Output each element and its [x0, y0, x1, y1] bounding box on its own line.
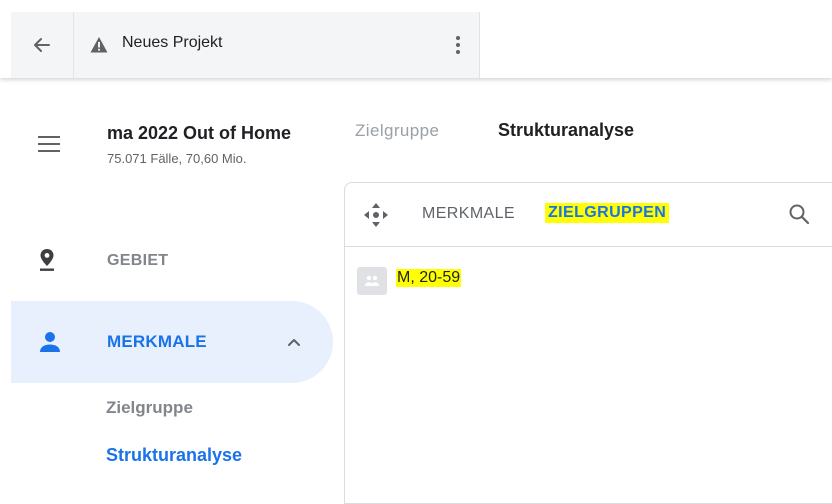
arrow-left-icon — [34, 38, 50, 52]
back-button[interactable] — [11, 12, 73, 78]
person-icon — [40, 332, 60, 352]
panel-tab-zielgruppen[interactable]: ZIELGRUPPEN — [545, 203, 670, 223]
panel-tab-merkmale[interactable]: MERKMALE — [422, 205, 515, 223]
sidebar-item-merkmale[interactable]: MERKMALE — [11, 301, 333, 383]
top-bar: Neues Projekt — [0, 0, 832, 78]
panel-header: MERKMALE ZIELGRUPPEN — [345, 183, 832, 247]
group-icon — [357, 267, 387, 295]
more-vert-icon[interactable] — [446, 32, 470, 58]
search-icon[interactable] — [788, 203, 810, 225]
project-title: Neues Projekt — [122, 34, 223, 51]
warning-triangle-icon — [90, 37, 108, 53]
tab-zielgruppe[interactable]: Zielgruppe — [355, 121, 439, 141]
top-bar-empty-area — [480, 12, 832, 78]
sidebar-subitem-zielgruppe[interactable]: Zielgruppe — [106, 398, 193, 418]
tab-strukturanalyse[interactable]: Strukturanalyse — [498, 120, 634, 141]
project-tab[interactable]: Neues Projekt — [74, 12, 479, 78]
feature-panel: MERKMALE ZIELGRUPPEN M, 20-59 — [344, 182, 832, 504]
study-name: ma 2022 Out of Home — [107, 123, 292, 143]
list-item-label: M, 20-59 — [396, 269, 462, 287]
chevron-up-icon[interactable] — [286, 334, 302, 350]
sidebar-item-label: GEBIET — [107, 252, 169, 269]
list-item[interactable]: M, 20-59 — [357, 263, 657, 295]
location-pin-icon — [40, 249, 54, 271]
sidebar-item-gebiet[interactable]: GEBIET — [11, 232, 333, 292]
study-subtitle: 75.071 Fälle, 70,60 Mio. — [107, 151, 247, 166]
hamburger-menu-icon[interactable] — [38, 136, 60, 152]
sidebar-subitem-strukturanalyse[interactable]: Strukturanalyse — [106, 445, 242, 466]
move-arrows-icon[interactable] — [363, 202, 389, 228]
sidebar-item-label: MERKMALE — [107, 332, 207, 351]
